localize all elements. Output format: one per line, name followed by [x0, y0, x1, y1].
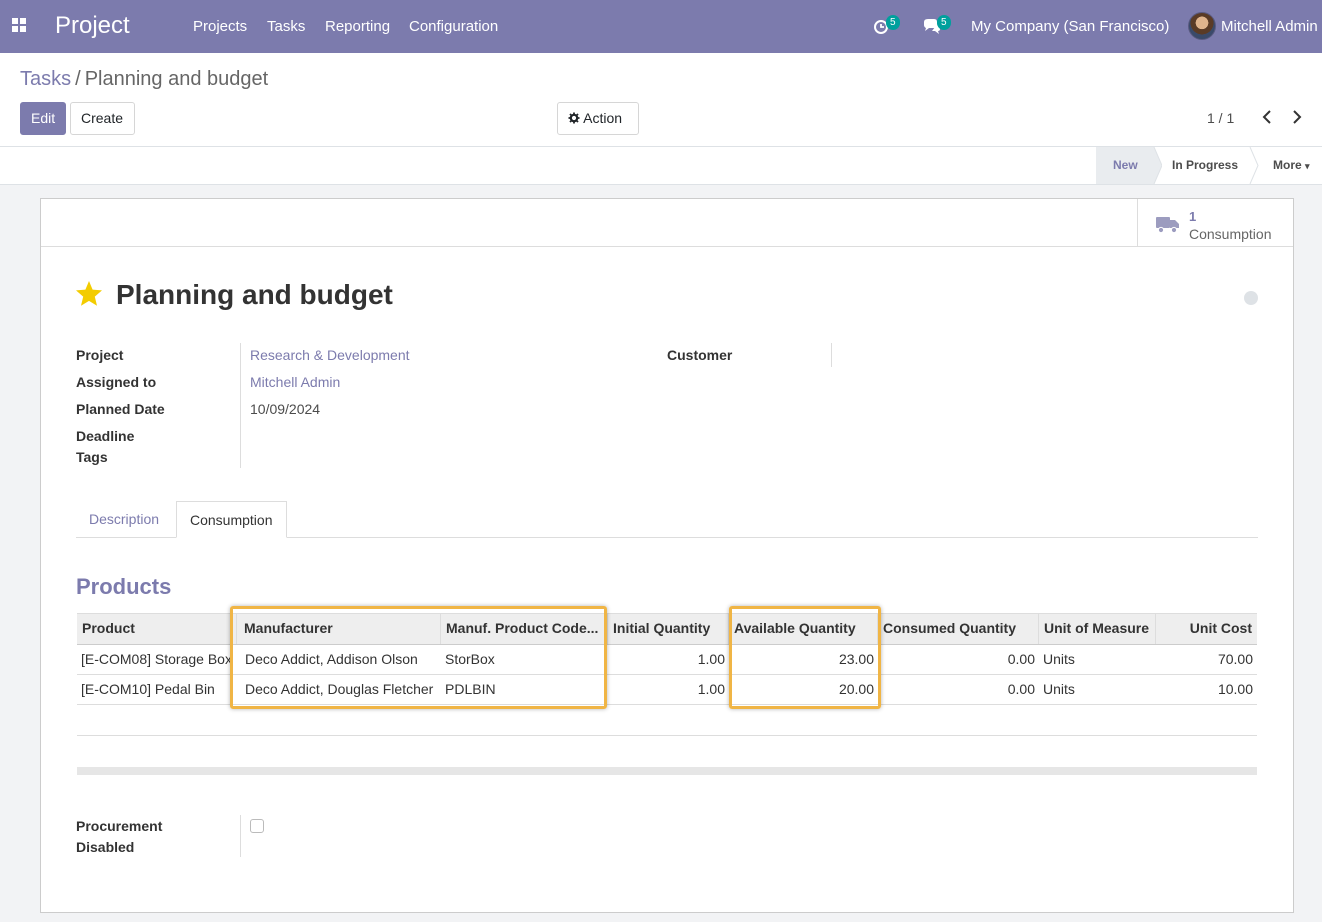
- create-button[interactable]: Create: [70, 102, 135, 135]
- control-panel: Tasks / Planning and budget Edit Create Ac…: [0, 53, 1322, 147]
- menu-configuration[interactable]: Configuration: [409, 18, 498, 35]
- project-value-link[interactable]: Research & Development: [250, 347, 410, 363]
- action-label: Action: [583, 110, 623, 126]
- stage-arrow-icon: [1146, 147, 1162, 184]
- breadcrumb-tasks-link[interactable]: Tasks: [20, 68, 71, 90]
- apps-menu-icon[interactable]: [12, 18, 26, 32]
- procurement-disabled-label-line1: Procurement: [76, 818, 163, 834]
- deadline-label: Deadline: [76, 428, 135, 444]
- pager-next-icon[interactable]: [1287, 107, 1307, 127]
- table-footer: [77, 767, 1257, 775]
- consumption-smart-button[interactable]: 1 Consumption: [1137, 199, 1293, 246]
- breadcrumb-current: Planning and budget: [84, 68, 269, 90]
- edit-button[interactable]: Edit: [20, 102, 66, 135]
- cell-unit-of-measure: Units: [1043, 651, 1075, 667]
- company-switcher[interactable]: My Company (San Francisco): [971, 18, 1169, 35]
- field-separator: [240, 343, 241, 468]
- planned-date-value[interactable]: 10/09/2024: [250, 401, 320, 417]
- form-sheet: 1 Consumption Planning and budget Projec…: [40, 198, 1294, 913]
- caret-down-icon: ▾: [1305, 161, 1310, 171]
- column-header-unit-cost[interactable]: Unit Cost: [1156, 614, 1257, 644]
- stage-arrow-icon: [1249, 147, 1259, 184]
- manufacturer-columns-highlight: [230, 606, 607, 709]
- tab-description[interactable]: Description: [76, 501, 172, 538]
- column-header-consumed-quantity[interactable]: Consumed Quantity: [878, 614, 1039, 644]
- field-separator: [831, 343, 832, 367]
- action-button[interactable]: Action: [557, 102, 639, 135]
- statusbar: New In Progress More ▾: [0, 147, 1322, 185]
- cell-unit-cost: 70.00: [1217, 651, 1253, 667]
- user-avatar[interactable]: [1188, 12, 1216, 40]
- menu-reporting[interactable]: Reporting: [325, 18, 390, 35]
- available-quantity-highlight: [729, 606, 881, 709]
- cell-product: [E-COM10] Pedal Bin: [81, 681, 215, 697]
- tags-label: Tags: [76, 449, 108, 465]
- cell-consumed-quantity: 0.00: [1007, 651, 1035, 667]
- cell-initial-quantity: 1.00: [697, 681, 725, 697]
- field-separator: [240, 815, 241, 857]
- app-name[interactable]: Project: [55, 12, 130, 40]
- breadcrumb-separator: /: [75, 68, 81, 90]
- priority-star-icon[interactable]: [75, 280, 103, 307]
- consumption-label: Consumption: [1189, 226, 1272, 242]
- pager-previous-icon[interactable]: [1257, 107, 1277, 127]
- procurement-disabled-label-line2: Disabled: [76, 839, 135, 855]
- empty-table-row: [77, 705, 1257, 736]
- assigned-to-value-link[interactable]: Mitchell Admin: [250, 374, 340, 390]
- planned-date-label: Planned Date: [76, 401, 165, 417]
- messages-count-badge: 5: [937, 15, 951, 30]
- pager-value[interactable]: 1 / 1: [1207, 110, 1234, 126]
- stage-in-progress[interactable]: In Progress: [1172, 147, 1238, 184]
- procurement-disabled-checkbox[interactable]: [250, 819, 264, 833]
- cell-unit-of-measure: Units: [1043, 681, 1075, 697]
- cell-unit-cost: 10.00: [1217, 681, 1253, 697]
- products-section-title: Products: [76, 574, 172, 599]
- stage-more-label: More: [1273, 158, 1302, 172]
- top-navbar: Project Projects Tasks Reporting Configu…: [0, 0, 1322, 53]
- menu-tasks[interactable]: Tasks: [267, 18, 305, 35]
- tab-consumption[interactable]: Consumption: [176, 501, 287, 538]
- customer-label: Customer: [667, 347, 733, 363]
- column-header-product[interactable]: Product: [77, 614, 237, 644]
- column-header-initial-quantity[interactable]: Initial Quantity: [608, 614, 729, 644]
- truck-icon: [1156, 217, 1179, 233]
- cell-product: [E-COM08] Storage Box: [81, 651, 232, 667]
- notebook-tabs: Description Consumption: [76, 501, 1258, 538]
- project-label: Project: [76, 347, 124, 363]
- stage-more-dropdown[interactable]: More ▾: [1273, 147, 1310, 184]
- user-menu[interactable]: Mitchell Admin: [1221, 18, 1318, 35]
- gear-icon: [568, 112, 580, 124]
- cell-consumed-quantity: 0.00: [1007, 681, 1035, 697]
- assigned-to-label: Assigned to: [76, 374, 157, 390]
- kanban-state-indicator[interactable]: [1244, 291, 1258, 305]
- breadcrumb: Tasks / Planning and budget: [20, 68, 268, 91]
- activity-count-badge: 5: [886, 15, 900, 30]
- cell-initial-quantity: 1.00: [697, 651, 725, 667]
- consumption-count: 1: [1189, 209, 1197, 224]
- smart-button-box: 1 Consumption: [41, 199, 1293, 247]
- menu-projects[interactable]: Projects: [193, 18, 247, 35]
- column-header-unit-of-measure[interactable]: Unit of Measure: [1039, 614, 1156, 644]
- task-title[interactable]: Planning and budget: [116, 279, 393, 311]
